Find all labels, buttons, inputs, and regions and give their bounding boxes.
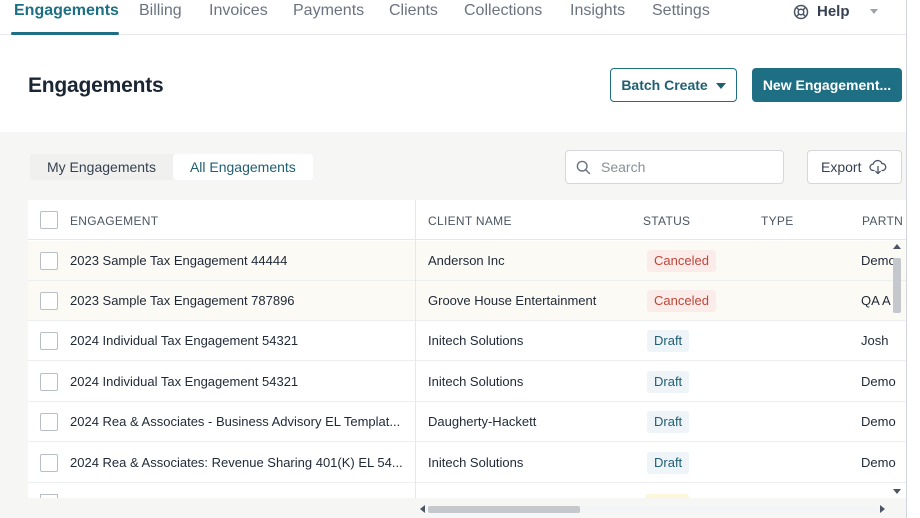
nav-tab-engagements[interactable]: Engagements [14,2,119,20]
help-label: Help [817,3,850,20]
scroll-up-arrow-icon[interactable] [893,244,901,249]
lifebuoy-icon [793,4,809,19]
column-divider [415,200,416,498]
export-label: Export [821,159,862,175]
table-row[interactable]: 2024 Individual Tax Engagement 54321 Ini… [28,321,906,361]
engagement-name[interactable]: 2024 Individual Tax Engagement 54321 [70,333,405,348]
caret-down-icon [715,83,726,89]
nav-tab-collections[interactable]: Collections [464,2,542,20]
table-row[interactable]: 2023 Sample Tax Engagement 44444 Anderso… [28,241,906,281]
table-row[interactable]: 2023 Sample Tax Engagement 787896 Groove… [28,281,906,321]
status-badge: Draft [647,452,690,474]
top-nav: Engagements Billing Invoices Payments Cl… [0,0,906,35]
tab-my-engagements[interactable]: My Engagements [30,154,173,180]
scroll-down-arrow-icon[interactable] [893,489,901,494]
table-header: ENGAGEMENT CLIENT NAME STATUS TYPE PARTN [28,200,906,240]
client-name: Groove House Entertainment [428,293,597,308]
row-checkbox[interactable] [40,454,58,472]
status-badge: Draft [647,330,690,352]
select-all-checkbox[interactable] [40,211,58,229]
table-row[interactable]: 2024 Individual Tax Engagement 54321 Ini… [28,362,906,402]
nav-tab-insights[interactable]: Insights [570,2,625,20]
engagement-name[interactable]: 2023 Sample Tax Engagement 44444 [70,253,405,268]
nav-tab-settings[interactable]: Settings [652,2,710,20]
window-edge [906,0,920,518]
status-badge: Draft [647,411,690,433]
row-checkbox[interactable] [40,252,58,270]
page-title: Engagements [28,74,164,97]
search-input[interactable] [601,159,771,175]
engagement-name[interactable]: 2023 Sample Tax Engagement 787896 [70,293,405,308]
vertical-scroll-thumb[interactable] [893,258,901,313]
row-checkbox[interactable] [40,373,58,391]
chevron-down-icon [869,9,878,14]
table-row[interactable]: 2024 Rea & Associates - Business Advisor… [28,402,906,442]
scroll-left-arrow-icon[interactable] [420,505,425,513]
column-header-partner[interactable]: PARTN [862,214,903,228]
export-button[interactable]: Export [807,150,902,184]
new-engagement-button[interactable]: New Engagement... [752,68,902,102]
engagements-table: ENGAGEMENT CLIENT NAME STATUS TYPE PARTN… [28,200,906,498]
column-header-client-name[interactable]: CLIENT NAME [428,214,512,228]
row-checkbox[interactable] [40,413,58,431]
nav-tab-payments[interactable]: Payments [293,2,364,20]
client-name: Initech Solutions [428,333,524,348]
cloud-download-icon [869,159,887,175]
nav-tab-invoices[interactable]: Invoices [209,2,268,20]
horizontal-scrollbar[interactable] [418,503,888,515]
nav-tab-billing[interactable]: Billing [139,2,182,20]
row-checkbox[interactable] [40,332,58,350]
table-row[interactable]: 2024 Rea & Associates: Revenue Sharing 4… [28,443,906,483]
engagement-name[interactable]: 2024 Individual Tax Engagement 54321 [70,374,405,389]
status-badge: Draft [647,371,690,393]
nav-tab-clients[interactable]: Clients [389,2,438,20]
search-icon [576,160,591,174]
help-menu[interactable]: Help [793,3,878,20]
row-checkbox [40,494,58,498]
client-name: Initech Solutions [428,374,524,389]
engagement-filter-tabs: My Engagements All Engagements [30,154,313,180]
scroll-right-arrow-icon[interactable] [880,505,885,513]
status-badge: Canceled [647,290,716,312]
column-header-type[interactable]: TYPE [761,214,794,228]
horizontal-scroll-thumb[interactable] [428,506,580,513]
status-badge: Canceled [647,250,716,272]
batch-create-label: Batch Create [621,77,708,93]
row-checkbox[interactable] [40,292,58,310]
status-badge [645,494,689,498]
active-tab-indicator [11,32,119,35]
tab-all-engagements[interactable]: All Engagements [172,154,313,180]
vertical-scrollbar[interactable] [892,240,902,498]
search-box[interactable] [565,150,784,184]
batch-create-button[interactable]: Batch Create [610,68,737,102]
column-header-engagement[interactable]: ENGAGEMENT [70,214,158,228]
column-header-status[interactable]: STATUS [643,214,690,228]
client-name: Daugherty-Hackett [428,414,537,429]
table-row-partial [28,492,906,498]
engagement-name[interactable]: 2024 Rea & Associates: Revenue Sharing 4… [70,455,405,470]
client-name: Anderson Inc [428,253,505,268]
client-name: Initech Solutions [428,455,524,470]
engagement-name[interactable]: 2024 Rea & Associates - Business Advisor… [70,414,405,429]
